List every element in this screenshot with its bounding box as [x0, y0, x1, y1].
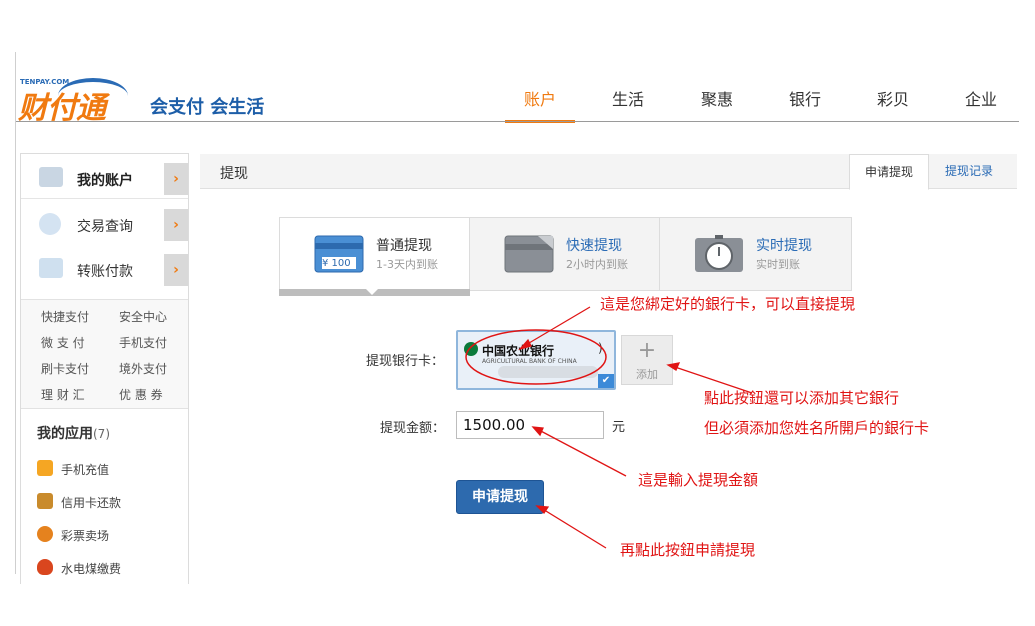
annotation-note-add-bank: 點此按鈕還可以添加其它銀行 [704, 389, 900, 407]
annotation-note-own-name: 但必須添加您姓名所開戶的銀行卡 [704, 419, 930, 437]
annotation-arrowhead-2 [666, 362, 681, 371]
annotation-arrowhead-3 [531, 426, 544, 437]
annotation-ellipse [465, 329, 607, 385]
annotation-arrow-3 [536, 428, 627, 477]
annotation-note-bound-card: 這是您綁定好的銀行卡，可以直接提現 [600, 295, 856, 313]
annotation-arrowhead-1 [518, 338, 532, 351]
annotation-arrow-1 [523, 306, 591, 347]
annotation-arrow-4 [540, 507, 607, 549]
annotation-note-amount: 這是輸入提現金額 [638, 471, 759, 489]
annotation-overlay [465, 306, 753, 549]
annotation-note-submit: 再點此按鈕申請提現 [620, 541, 756, 559]
